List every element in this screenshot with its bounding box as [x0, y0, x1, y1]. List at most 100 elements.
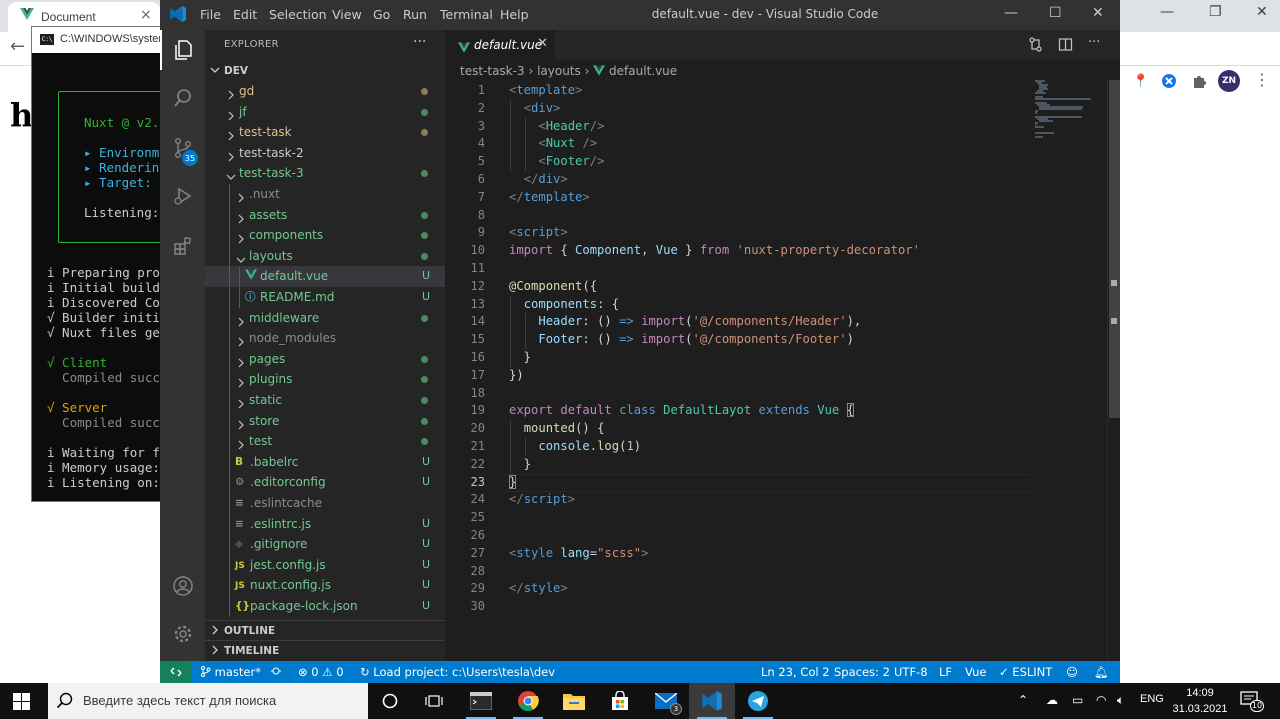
tree-file[interactable]: B .babelrc U	[205, 452, 445, 473]
tree-file[interactable]: ≡ .eslintrc.js U	[205, 514, 445, 535]
minimap[interactable]	[1035, 80, 1107, 160]
tree-folder[interactable]: test-task-3	[205, 163, 445, 184]
more-actions-icon[interactable]: ···	[1088, 35, 1100, 50]
tree-folder[interactable]: node_modules	[205, 328, 445, 349]
taskbar-search[interactable]: Введите здесь текст для поиска	[48, 683, 368, 719]
close-icon[interactable]: ×	[140, 7, 152, 23]
tree-file[interactable]: ≡ .eslintcache	[205, 493, 445, 514]
eslint-status[interactable]: ✓ ESLINT	[999, 665, 1052, 679]
close-window-icon[interactable]: ✕	[1256, 4, 1268, 20]
chevron-up-icon[interactable]: ⌃	[1018, 693, 1028, 707]
battery-icon[interactable]: ▭	[1072, 693, 1083, 707]
map-pin-icon[interactable]: 📍	[1131, 71, 1151, 91]
menu-go[interactable]: Go	[373, 7, 390, 22]
task-status[interactable]: ↻ Load project: c:\Users\tesla\dev	[360, 665, 555, 679]
kebab-menu-icon[interactable]: ⋮	[1254, 70, 1270, 89]
breadcrumb-folder[interactable]: test-task-3	[460, 64, 525, 78]
wifi-icon[interactable]: ◠	[1096, 693, 1106, 707]
editor-scrollbar[interactable]	[1107, 80, 1120, 661]
tree-file[interactable]: {} package-lock.json U	[205, 596, 445, 617]
windows-start-icon[interactable]	[13, 693, 30, 714]
breadcrumb-file[interactable]: default.vue	[609, 64, 677, 78]
settings-gear-icon[interactable]	[160, 614, 205, 654]
tree-file[interactable]: default.vue U	[205, 266, 445, 287]
timeline-section[interactable]: TIMELINE	[205, 640, 445, 661]
file-explorer-icon[interactable]	[551, 683, 597, 719]
search-icon[interactable]	[160, 78, 205, 118]
tree-folder[interactable]: plugins	[205, 369, 445, 390]
problems-status[interactable]: ⊗ 0 ⚠ 0	[298, 665, 344, 679]
network-error-icon[interactable]: ☁	[1046, 693, 1058, 707]
account-icon[interactable]	[160, 566, 205, 606]
tree-file[interactable]: ⚙ .editorconfig U	[205, 472, 445, 493]
tree-folder[interactable]: test-task	[205, 122, 445, 143]
store-icon[interactable]	[597, 683, 643, 719]
tree-file[interactable]: JS nuxt.config.js U	[205, 575, 445, 596]
tree-folder[interactable]: pages	[205, 349, 445, 370]
scrollbar-thumb[interactable]	[1109, 80, 1120, 418]
language-indicator[interactable]: ENG	[1140, 693, 1164, 705]
cursor-position[interactable]: Ln 23, Col 2	[761, 665, 830, 679]
cmd-app-icon[interactable]	[458, 683, 504, 719]
open-changes-icon[interactable]	[1028, 37, 1043, 56]
menu-edit[interactable]: Edit	[233, 7, 257, 22]
task-view-icon[interactable]	[367, 683, 413, 719]
maximize-icon[interactable]: ☐	[1049, 5, 1062, 21]
telegram-icon[interactable]	[735, 683, 781, 719]
mail-icon[interactable]: 3	[643, 683, 689, 719]
puzzle-icon[interactable]	[1189, 71, 1209, 91]
restore-icon[interactable]: ❐	[1209, 4, 1222, 20]
menu-terminal[interactable]: Terminal	[440, 7, 493, 22]
clock[interactable]: 14:09 31.03.2021	[1172, 685, 1228, 717]
tree-file[interactable]: ⓘ README.md U	[205, 287, 445, 308]
close-window-icon[interactable]: ✕	[1092, 5, 1104, 21]
minimize-icon[interactable]: —	[1160, 4, 1174, 20]
line-ending[interactable]: LF	[939, 665, 952, 679]
tree-folder[interactable]: components	[205, 225, 445, 246]
menu-file[interactable]: File	[200, 7, 221, 22]
volume-icon[interactable]: 🔈︎	[1117, 693, 1124, 708]
encoding[interactable]: UTF-8	[894, 665, 928, 679]
branch-status[interactable]: master*	[200, 665, 261, 679]
extensions-icon[interactable]	[160, 226, 205, 266]
tree-folder[interactable]: layouts	[205, 246, 445, 267]
tree-folder[interactable]: middleware	[205, 308, 445, 329]
source-control-icon[interactable]: 35	[160, 128, 205, 168]
more-actions-icon[interactable]: ···	[413, 34, 426, 50]
menu-run[interactable]: Run	[403, 7, 427, 22]
notifications-bell-icon[interactable]: 🔔︎	[1094, 665, 1109, 679]
console-titlebar[interactable]: C:\ C:\WINDOWS\system32\cmd.exe	[32, 27, 170, 53]
tree-folder[interactable]: jf	[205, 102, 445, 123]
indentation[interactable]: Spaces: 2	[834, 665, 890, 679]
tree-folder[interactable]: .nuxt	[205, 184, 445, 205]
menu-help[interactable]: Help	[500, 7, 529, 22]
tree-folder[interactable]: gd	[205, 81, 445, 102]
run-debug-icon[interactable]	[160, 176, 205, 216]
workspace-root[interactable]: DEV	[205, 60, 445, 82]
vscode-app-icon[interactable]	[689, 683, 735, 719]
menu-selection[interactable]: Selection	[269, 7, 327, 22]
menu-view[interactable]: View	[332, 7, 362, 22]
tree-folder[interactable]: store	[205, 411, 445, 432]
breadcrumb-folder[interactable]: layouts	[537, 64, 581, 78]
language-mode[interactable]: Vue	[965, 665, 986, 679]
split-editor-icon[interactable]	[1058, 37, 1073, 56]
tab-default-vue[interactable]: default.vue ✕	[445, 30, 555, 60]
extension-blue-icon[interactable]	[1159, 71, 1179, 91]
avatar[interactable]: ZN	[1218, 70, 1240, 92]
outline-section[interactable]: OUTLINE	[205, 620, 445, 642]
timeline-icon[interactable]	[411, 683, 457, 719]
tree-folder[interactable]: assets	[205, 205, 445, 226]
chrome-app-icon[interactable]	[505, 683, 551, 719]
feedback-icon[interactable]: ☺	[1066, 665, 1078, 679]
tree-file[interactable]: ◆ .gitignore U	[205, 534, 445, 555]
tree-folder[interactable]: test	[205, 431, 445, 452]
sync-icon[interactable]	[270, 665, 282, 680]
explorer-files-icon[interactable]	[160, 30, 205, 70]
tree-folder[interactable]: static	[205, 390, 445, 411]
close-icon[interactable]: ✕	[537, 36, 548, 51]
back-arrow-icon[interactable]: ←	[10, 36, 25, 57]
tree-file[interactable]: JS jest.config.js U	[205, 555, 445, 576]
minimize-icon[interactable]: —	[1004, 5, 1018, 21]
remote-indicator[interactable]	[160, 661, 191, 683]
